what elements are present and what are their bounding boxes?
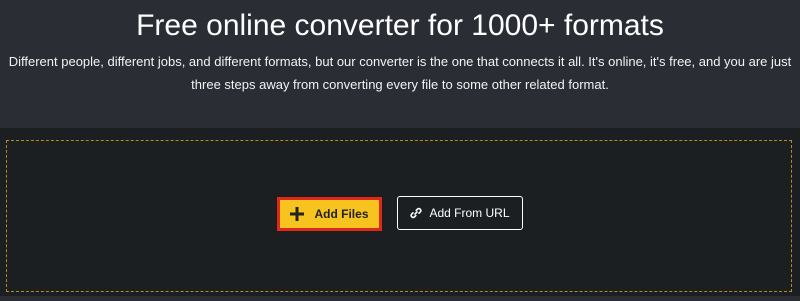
add-files-label: Add Files [314, 207, 369, 221]
bottom-divider [0, 296, 800, 301]
add-from-url-label: Add From URL [429, 206, 510, 220]
plus-icon [290, 207, 305, 221]
add-files-button[interactable]: Add Files [277, 197, 382, 231]
hero-description: Different people, different jobs, and di… [0, 50, 800, 96]
hero-section: Free online converter for 1000+ formats … [0, 0, 800, 128]
add-from-url-button[interactable]: Add From URL [397, 196, 523, 230]
hero-description-line2: three steps away from converting every f… [191, 77, 609, 92]
link-icon [410, 207, 423, 219]
hero-description-line1: Different people, different jobs, and di… [8, 54, 792, 69]
page-title: Free online converter for 1000+ formats [136, 9, 664, 42]
